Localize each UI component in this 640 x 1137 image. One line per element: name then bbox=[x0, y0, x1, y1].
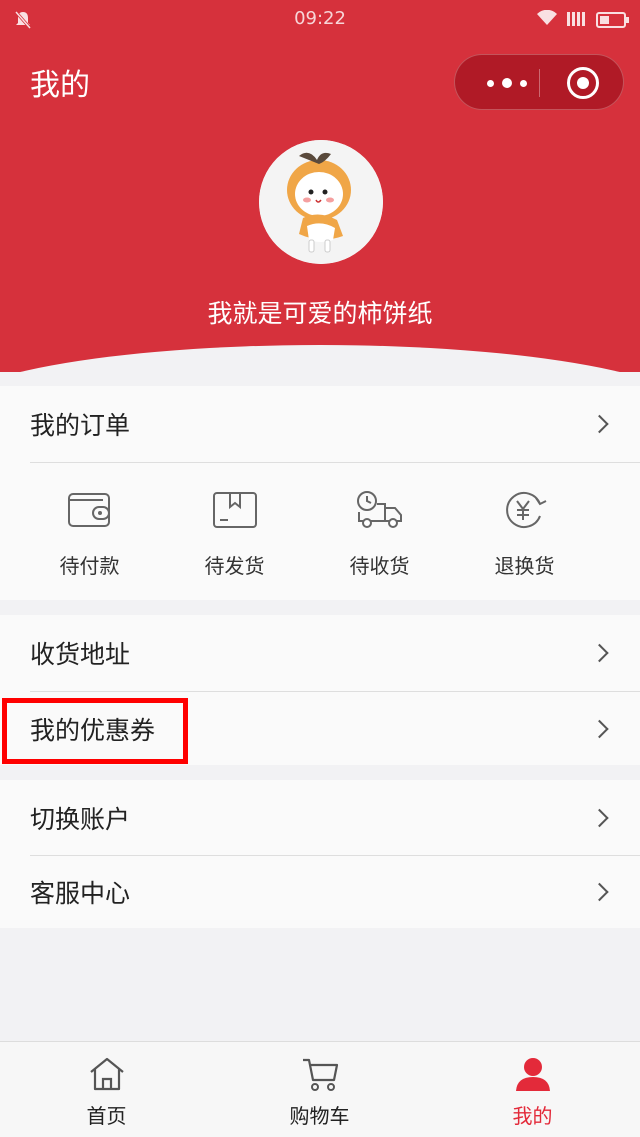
chevron-right-icon bbox=[590, 719, 609, 738]
account-card: 切换账户 客服中心 bbox=[0, 780, 640, 928]
chevron-right-icon bbox=[590, 643, 609, 663]
wallet-icon bbox=[67, 462, 113, 534]
tab-label: 我的 bbox=[512, 1104, 553, 1128]
avatar[interactable] bbox=[259, 140, 383, 264]
order-status-returns[interactable]: 退换货 bbox=[452, 462, 597, 600]
my-orders-row[interactable]: 我的订单 bbox=[0, 386, 640, 462]
tab-label: 购物车 bbox=[289, 1104, 350, 1128]
yuan-refund-icon bbox=[502, 462, 548, 534]
order-status-to-receive[interactable]: 待收货 bbox=[307, 462, 452, 600]
my-orders-label: 我的订单 bbox=[30, 411, 131, 440]
user-nickname: 我就是可爱的柿饼纸 bbox=[207, 299, 433, 328]
order-status-to-ship[interactable]: 待发货 bbox=[162, 462, 307, 600]
order-status-label: 待付款 bbox=[59, 554, 120, 578]
switch-account-row[interactable]: 切换账户 bbox=[0, 780, 640, 856]
chevron-right-icon bbox=[590, 414, 609, 434]
address-label: 收货地址 bbox=[30, 640, 131, 669]
status-bar: 09:22 bbox=[0, 0, 640, 40]
signal-icon bbox=[566, 9, 588, 31]
tab-label: 首页 bbox=[86, 1104, 127, 1128]
order-status-label: 待收货 bbox=[349, 554, 410, 578]
mini-program-capsule bbox=[454, 54, 624, 110]
address-row[interactable]: 收货地址 bbox=[0, 615, 640, 691]
tab-cart[interactable]: 购物车 bbox=[213, 1042, 426, 1137]
chevron-right-icon bbox=[590, 882, 609, 902]
order-status-pending-payment[interactable]: 待付款 bbox=[17, 462, 162, 600]
delivery-truck-icon bbox=[355, 462, 405, 534]
customer-service-row[interactable]: 客服中心 bbox=[0, 856, 640, 928]
bottom-tab-bar: 首页 购物车 我的 bbox=[0, 1041, 640, 1137]
close-mini-program-icon[interactable] bbox=[567, 67, 599, 99]
coupon-highlight-box bbox=[2, 698, 188, 764]
profile-header: 09:22 我的 我就是可爱的柿饼纸 bbox=[0, 0, 640, 372]
package-icon bbox=[212, 462, 258, 534]
chevron-right-icon bbox=[590, 808, 609, 828]
orders-card: 我的订单 待付款 待发货 待收货 退换货 bbox=[0, 386, 640, 600]
page-title: 我的 bbox=[30, 68, 90, 103]
battery-icon bbox=[596, 12, 629, 28]
wifi-icon bbox=[536, 9, 558, 30]
user-icon bbox=[513, 1042, 553, 1096]
order-status-label: 退换货 bbox=[494, 554, 555, 578]
more-options-icon[interactable] bbox=[475, 55, 539, 111]
order-status-bar: 待付款 待发货 待收货 退换货 bbox=[0, 462, 640, 600]
home-icon bbox=[87, 1042, 127, 1096]
order-status-label: 待发货 bbox=[204, 554, 265, 578]
tab-profile[interactable]: 我的 bbox=[426, 1042, 639, 1137]
switch-account-label: 切换账户 bbox=[30, 805, 131, 834]
tab-home[interactable]: 首页 bbox=[0, 1042, 213, 1137]
customer-service-label: 客服中心 bbox=[30, 879, 131, 908]
cart-icon bbox=[300, 1042, 340, 1096]
